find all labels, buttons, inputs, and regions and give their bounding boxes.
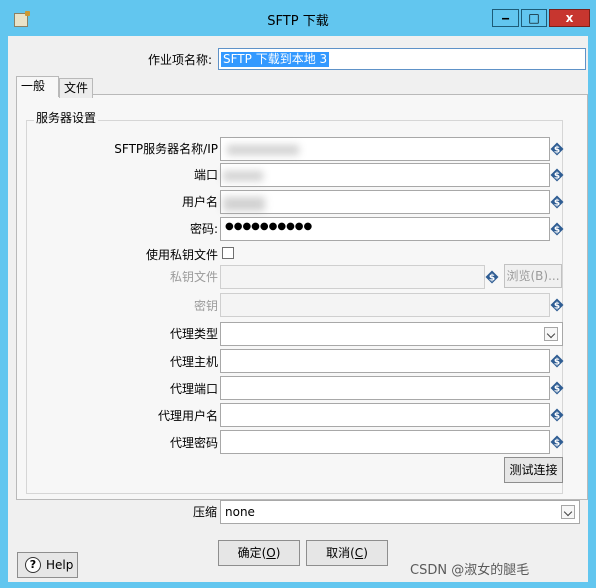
dollar-variable-icon[interactable] (550, 381, 564, 395)
key-file-label: 私钥文件 (169, 270, 218, 284)
username-input[interactable] (220, 190, 550, 214)
proxy-user-label: 代理用户名 (157, 409, 218, 423)
help-button[interactable]: ? Help (17, 552, 78, 578)
key-file-input[interactable] (220, 265, 485, 289)
proxy-port-label: 代理端口 (169, 382, 218, 396)
dollar-variable-icon[interactable] (550, 298, 564, 312)
cancel-shortcut: C (354, 546, 364, 560)
server-settings-title: 服务器设置 (34, 109, 99, 126)
test-connection-button[interactable]: 测试连接 (504, 457, 563, 483)
dollar-variable-icon[interactable] (550, 354, 564, 368)
use-key-label: 使用私钥文件 (145, 248, 218, 262)
chevron-down-icon[interactable] (544, 327, 558, 341)
cancel-label: 取消( (326, 546, 355, 560)
job-name-label: 作业项名称: (148, 53, 213, 67)
port-input[interactable] (220, 163, 550, 187)
password-input[interactable]: ●●●●●●●●●● (220, 217, 550, 241)
question-icon: ? (25, 557, 41, 573)
cancel-button[interactable]: 取消(C) (306, 540, 388, 566)
ok-button[interactable]: 确定(O) (218, 540, 300, 566)
cancel-paren: ) (363, 546, 368, 560)
proxy-user-input[interactable] (220, 403, 550, 427)
dollar-variable-icon[interactable] (550, 142, 564, 156)
maximize-button[interactable]: □ (521, 9, 547, 27)
key-pass-label: 密钥 (193, 299, 218, 313)
proxy-port-input[interactable] (220, 376, 550, 400)
proxy-pass-label: 代理密码 (169, 436, 218, 450)
proxy-type-label: 代理类型 (169, 327, 218, 341)
help-label: Help (46, 558, 74, 572)
tab-general[interactable]: 一般 (16, 76, 59, 97)
compression-value: none (225, 505, 255, 519)
job-name-input[interactable]: SFTP 下载到本地 3 (218, 48, 586, 70)
ok-paren: ) (275, 546, 281, 560)
server-label: SFTP服务器名称/IP (114, 142, 218, 156)
dollar-variable-icon[interactable] (550, 435, 564, 449)
proxy-pass-input[interactable] (220, 430, 550, 454)
proxy-host-label: 代理主机 (169, 355, 218, 369)
password-label: 密码: (189, 222, 218, 236)
dollar-variable-icon[interactable] (550, 195, 564, 209)
use-key-checkbox[interactable] (222, 247, 234, 259)
key-pass-input[interactable] (220, 293, 550, 317)
ok-label: 确定( (237, 546, 267, 560)
proxy-host-input[interactable] (220, 349, 550, 373)
tab-files[interactable]: 文件 (59, 78, 93, 98)
password-value: ●●●●●●●●●● (225, 221, 313, 232)
browse-button[interactable]: 浏览(B)... (504, 264, 562, 288)
ok-shortcut: O (266, 546, 276, 560)
server-input[interactable] (220, 137, 550, 161)
redacted-username-value (223, 197, 265, 211)
username-label: 用户名 (181, 195, 218, 209)
chevron-down-icon[interactable] (561, 505, 575, 519)
redacted-port-value (223, 171, 263, 181)
dollar-variable-icon[interactable] (550, 408, 564, 422)
dollar-variable-icon[interactable] (485, 270, 499, 284)
job-name-value: SFTP 下载到本地 3 (221, 52, 330, 67)
compression-label: 压缩 (193, 505, 218, 519)
redacted-server-value (227, 145, 299, 155)
proxy-type-select[interactable] (220, 322, 563, 346)
close-button[interactable]: x (549, 9, 590, 27)
compression-select[interactable]: none (220, 500, 580, 524)
watermark-text: CSDN @淑女的腿毛 (410, 563, 530, 578)
minimize-button[interactable]: ‒ (492, 9, 519, 27)
dollar-variable-icon[interactable] (550, 222, 564, 236)
dollar-variable-icon[interactable] (550, 168, 564, 182)
port-label: 端口 (193, 168, 218, 182)
